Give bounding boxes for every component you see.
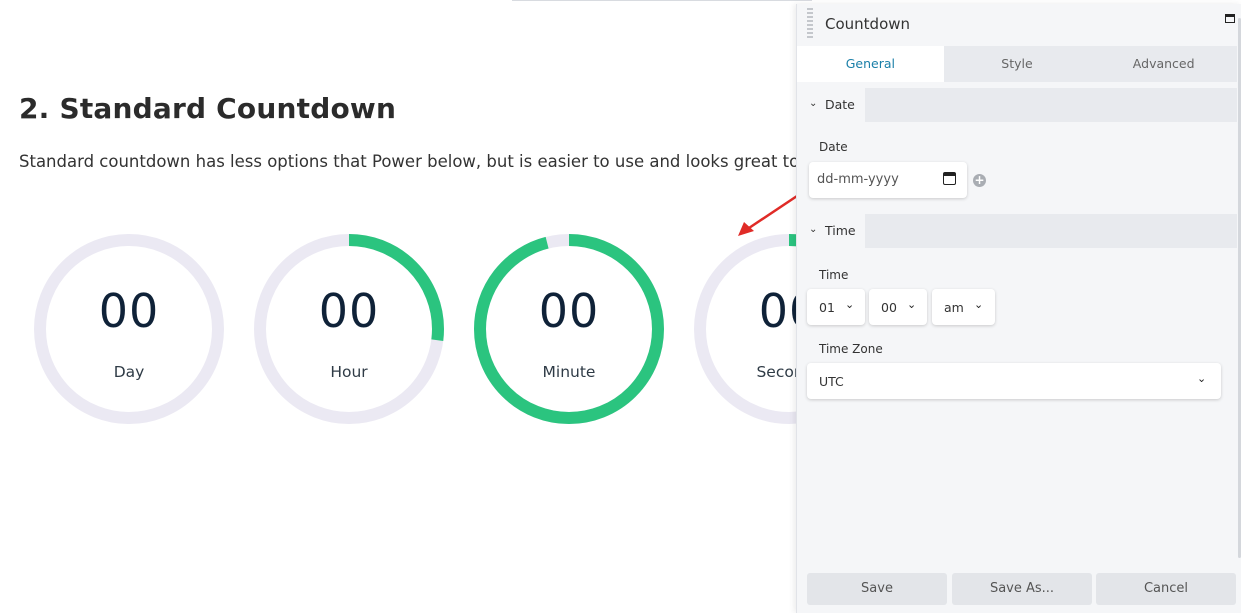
save-button[interactable]: Save	[807, 573, 947, 605]
time-section-tab[interactable]: ⌄ Time	[797, 214, 865, 248]
chevron-down-icon: ⌄	[809, 224, 818, 235]
page-description: Standard countdown has less options that…	[19, 152, 810, 171]
countdown-hour-value: 00	[318, 284, 380, 338]
date-placeholder: dd-mm-yyyy	[817, 172, 899, 187]
chevron-down-icon: ⌄	[907, 298, 917, 311]
countdown-day-label: Day	[113, 363, 145, 381]
chevron-down-icon: ⌄	[809, 98, 818, 109]
timezone-select[interactable]: UTC ⌄	[807, 363, 1221, 399]
time-field-label: Time	[819, 268, 849, 282]
panel-tabs: General Style Advanced	[797, 46, 1237, 82]
page-title: 2. Standard Countdown	[19, 92, 397, 125]
tab-advanced[interactable]: Advanced	[1090, 46, 1237, 82]
divider	[512, 0, 812, 1]
calendar-icon[interactable]	[943, 172, 956, 185]
drag-handle[interactable]	[807, 8, 813, 40]
countdown-minute: 00 Minute	[472, 232, 666, 426]
tab-general[interactable]: General	[797, 46, 944, 82]
panel-title: Countdown	[825, 15, 911, 33]
chevron-down-icon: ⌄	[1197, 372, 1207, 385]
countdown-minute-value: 00	[538, 284, 600, 338]
minute-value: 00	[881, 300, 897, 315]
countdown-hour: 00 Hour	[252, 232, 446, 426]
save-as-button[interactable]: Save As...	[952, 573, 1092, 605]
countdown-minute-label: Minute	[542, 363, 596, 381]
chevron-down-icon: ⌄	[974, 298, 984, 311]
settings-panel: Countdown General Style Advanced ⌄ Date …	[796, 4, 1241, 613]
tab-style[interactable]: Style	[944, 46, 1091, 82]
minute-select[interactable]: 00 ⌄	[869, 289, 927, 325]
countdown-hour-label: Hour	[330, 363, 368, 381]
time-section-header[interactable]: ⌄ Time	[797, 214, 1237, 248]
ampm-value: am	[944, 300, 964, 315]
timezone-field-label: Time Zone	[819, 342, 883, 356]
timezone-value: UTC	[819, 374, 844, 389]
ampm-select[interactable]: am ⌄	[932, 289, 995, 325]
panel-header: Countdown	[797, 4, 1241, 46]
date-section-header[interactable]: ⌄ Date	[797, 88, 1237, 122]
date-input[interactable]: dd-mm-yyyy	[809, 162, 967, 198]
countdown-day-value: 00	[98, 284, 160, 338]
time-section-label: Time	[825, 223, 856, 238]
countdown-day: 00 Day	[32, 232, 226, 426]
date-field-label: Date	[819, 140, 848, 154]
hour-value: 01	[819, 300, 835, 315]
chevron-down-icon: ⌄	[845, 298, 855, 311]
date-section-label: Date	[825, 97, 855, 112]
add-icon[interactable]: +	[973, 174, 986, 187]
cancel-button[interactable]: Cancel	[1096, 573, 1236, 605]
panel-footer: Save Save As... Cancel	[807, 573, 1237, 605]
hour-select[interactable]: 01 ⌄	[807, 289, 865, 325]
maximize-icon[interactable]	[1225, 14, 1235, 23]
date-section-tab[interactable]: ⌄ Date	[797, 88, 865, 122]
